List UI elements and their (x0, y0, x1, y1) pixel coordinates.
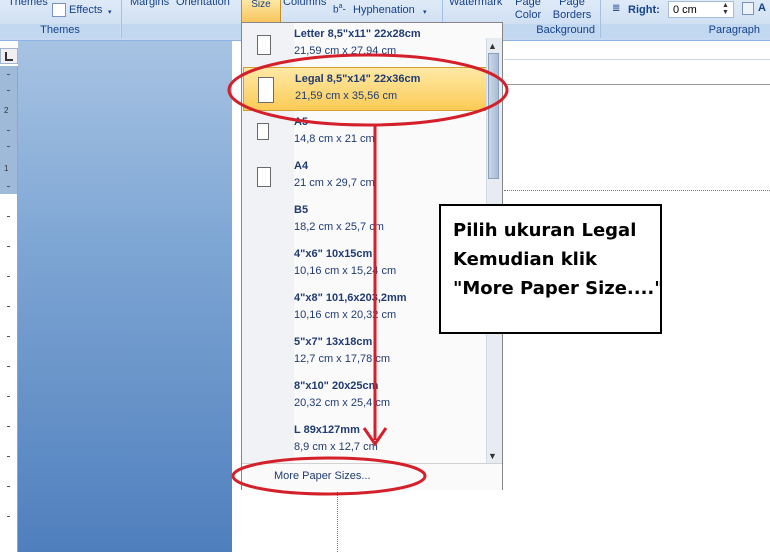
paper-size-5x7[interactable]: 5"x7" 13x18cm 12,7 cm x 17,78 cm (243, 331, 487, 375)
ruler-tick (7, 90, 10, 91)
paper-size-dimensions: 10,16 cm x 15,24 cm (294, 265, 397, 277)
callout-line: "More Paper Size...." (453, 278, 664, 299)
ruler-tick (7, 216, 10, 217)
document-page-area[interactable] (232, 490, 504, 552)
ruler-tick (7, 396, 10, 397)
paper-size-dimensions: 21,59 cm x 27,94 cm (294, 45, 397, 57)
tab-selector[interactable] (0, 48, 18, 64)
scroll-thumb[interactable] (488, 53, 499, 179)
effects-button[interactable]: Effects (69, 4, 102, 16)
page-color-button[interactable]: Page Color (510, 0, 546, 22)
ruler-tick (7, 306, 10, 307)
document-background (18, 41, 232, 552)
page-borders-button[interactable]: Page Borders (552, 0, 592, 22)
spinner-icon[interactable]: ▲ ▼ (722, 2, 729, 16)
margins-button[interactable]: Margins (130, 0, 169, 8)
columns-button[interactable]: Columns (283, 0, 326, 8)
themes-group-label: Themes (0, 24, 120, 38)
paper-size-name: L 89x127mm (294, 424, 360, 436)
paper-size-legal[interactable]: Legal 8,5"x14" 22x36cm 21,59 cm x 35,56 … (243, 67, 487, 111)
ruler-tick (7, 426, 10, 427)
chevron-down-icon: ▾ (423, 9, 427, 16)
ruler-tick (7, 130, 10, 131)
margin-guide (337, 492, 338, 552)
more-paper-sizes-label: More Paper Sizes... (274, 470, 371, 482)
page-icon (257, 35, 271, 55)
orientation-button[interactable]: Orientation (176, 0, 230, 8)
paper-size-dimensions: 12,7 cm x 17,78 cm (294, 353, 390, 365)
scroll-up-icon[interactable]: ▲ (488, 41, 497, 51)
vertical-ruler[interactable]: 2 1 (0, 66, 18, 552)
ruler-tick (7, 186, 10, 187)
page-icon (257, 123, 269, 140)
paper-size-a4[interactable]: A4 21 cm x 29,7 cm (243, 155, 487, 199)
paper-size-8x10[interactable]: 8"x10" 20x25cm 20,32 cm x 25,4 cm (243, 375, 487, 419)
callout-line: Kemudian klik (453, 249, 597, 270)
size-label: Size (251, 0, 271, 10)
ruler-number: 2 (4, 106, 9, 115)
tab-stop-icon (5, 52, 13, 61)
paper-size-name: 4"x6" 10x15cm (294, 248, 373, 260)
paper-size-name: B5 (294, 204, 309, 216)
ruler-tick (7, 456, 10, 457)
page-icon (258, 77, 274, 103)
ruler-tick (7, 74, 10, 75)
paper-size-dimensions: 21 cm x 29,7 cm (294, 177, 375, 189)
paper-size-dimensions: 20,32 cm x 25,4 cm (294, 397, 390, 409)
watermark-button[interactable]: Watermark (449, 0, 502, 8)
horizontal-ruler[interactable] (504, 41, 770, 60)
size-button[interactable]: Size (241, 0, 281, 23)
right-indent-label: Right: (628, 4, 660, 16)
more-paper-sizes-button[interactable]: More Paper Sizes... (242, 463, 502, 490)
hyphenation-icon: ba- (333, 3, 346, 16)
ruler-tick (7, 366, 10, 367)
paper-size-name: A5 (294, 116, 309, 128)
paper-size-dimensions: 8,9 cm x 12,7 cm (294, 441, 378, 453)
paragraph-group-label: Paragraph (601, 24, 770, 38)
paper-size-name: 5"x7" 13x18cm (294, 336, 373, 348)
chevron-down-icon: ▾ (108, 9, 112, 16)
themes-button[interactable]: Themes (8, 0, 48, 8)
spacing-icon (742, 2, 754, 15)
paper-size-dimensions: 18,2 cm x 25,7 cm (294, 221, 384, 233)
paper-size-letter[interactable]: Letter 8,5"x11" 22x28cm 21,59 cm x 27,94… (243, 23, 487, 67)
paper-size-dimensions: 10,16 cm x 20,32 cm (294, 309, 397, 321)
ruler-tick (7, 276, 10, 277)
callout-line: Pilih ukuran Legal (453, 220, 637, 241)
ruler-tick (7, 246, 10, 247)
paper-size-name: 8"x10" 20x25cm (294, 380, 379, 392)
margin-guide (504, 190, 770, 191)
paper-size-name: A4 (294, 160, 309, 172)
paper-size-name: Legal 8,5"x14" 22x36cm (295, 73, 421, 85)
a-label: A (758, 2, 766, 14)
paper-size-l[interactable]: L 89x127mm 8,9 cm x 12,7 cm (243, 419, 487, 463)
paper-size-dimensions: 14,8 cm x 21 cm (294, 133, 375, 145)
effects-icon (52, 3, 66, 17)
indent-right-icon: ≣ (612, 3, 621, 14)
ruler-tick (7, 516, 10, 517)
paper-size-a5[interactable]: A5 14,8 cm x 21 cm (243, 111, 487, 155)
paper-size-dimensions: 21,59 cm x 35,56 cm (295, 90, 398, 102)
ruler-tick (7, 486, 10, 487)
hyphenation-button[interactable]: Hyphenation (353, 4, 415, 16)
paper-size-name: Letter 8,5"x11" 22x28cm (294, 28, 421, 40)
ruler-tick (7, 336, 10, 337)
paper-size-name: 4"x8" 101,6x203,2mm (294, 292, 407, 304)
instruction-callout: Pilih ukuran Legal Kemudian klik "More P… (439, 204, 664, 334)
ruler-number: 1 (4, 164, 9, 173)
scroll-down-icon[interactable]: ▼ (488, 451, 497, 461)
ruler-tick (7, 146, 10, 147)
page-icon (257, 167, 271, 187)
